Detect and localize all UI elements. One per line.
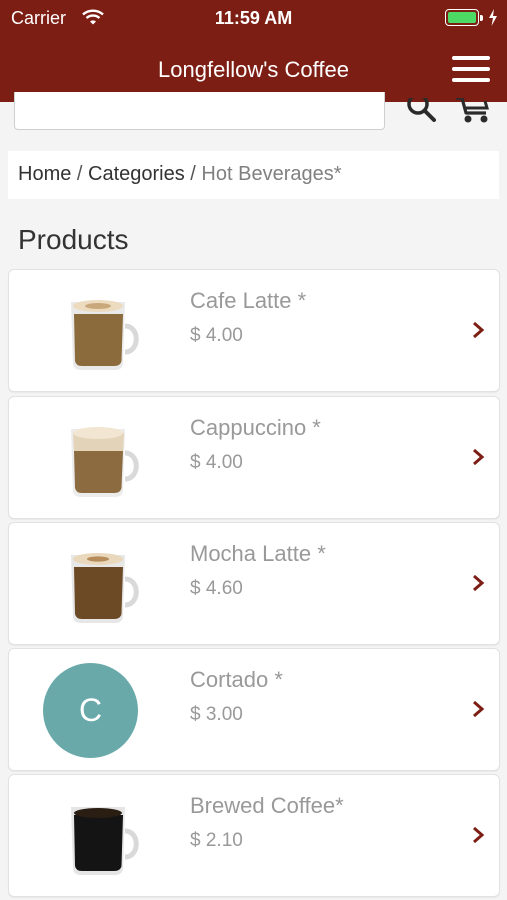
breadcrumb-home[interactable]: Home xyxy=(18,163,71,185)
breadcrumb-separator: / xyxy=(184,163,202,185)
product-name: Cappuccino * xyxy=(190,415,321,440)
product-price: $ 3.00 xyxy=(190,704,243,725)
section-title: Products xyxy=(18,224,129,255)
breadcrumb-categories[interactable]: Categories xyxy=(88,163,185,185)
product-card[interactable]: C Cortado * $ 3.00 xyxy=(8,648,500,771)
cart-icon[interactable] xyxy=(454,98,492,126)
app-title: Longfellow's Coffee xyxy=(158,57,349,82)
breadcrumb: Home / Categories / Hot Beverages* xyxy=(8,151,499,199)
product-card[interactable]: Brewed Coffee* $ 2.10 xyxy=(8,774,500,897)
product-price: $ 4.00 xyxy=(190,325,243,346)
cappuccino-mug-image xyxy=(71,427,139,497)
breadcrumb-separator: / xyxy=(71,163,89,185)
chevron-right-icon[interactable] xyxy=(471,573,485,593)
breadcrumb-current: Hot Beverages* xyxy=(201,163,342,185)
product-name: Mocha Latte * xyxy=(190,541,326,566)
search-input[interactable] xyxy=(14,92,385,130)
chevron-right-icon[interactable] xyxy=(471,699,485,719)
product-price: $ 4.60 xyxy=(190,578,243,599)
chevron-right-icon[interactable] xyxy=(471,825,485,845)
chevron-right-icon[interactable] xyxy=(471,447,485,467)
product-card[interactable]: Cappuccino * $ 4.00 xyxy=(8,396,500,519)
product-name: Brewed Coffee* xyxy=(190,793,344,818)
product-price: $ 2.10 xyxy=(190,830,243,851)
product-name: Cafe Latte * xyxy=(190,288,307,313)
product-card[interactable]: Cafe Latte * $ 4.00 xyxy=(8,269,500,392)
product-card[interactable]: Mocha Latte * $ 4.60 xyxy=(8,522,500,645)
hamburger-menu-icon[interactable] xyxy=(452,56,490,82)
latte-mug-image xyxy=(71,300,139,370)
status-time: 11:59 AM xyxy=(214,8,293,28)
black-coffee-mug-image xyxy=(71,807,139,875)
search-icon[interactable] xyxy=(402,98,438,126)
product-name: Cortado * xyxy=(190,667,283,692)
status-bar: Carrier 11:59 AM xyxy=(0,0,507,36)
battery-icon xyxy=(445,9,483,26)
chevron-right-icon[interactable] xyxy=(471,320,485,340)
product-avatar: C xyxy=(43,663,138,758)
product-price: $ 4.00 xyxy=(190,452,243,473)
mocha-mug-image xyxy=(71,553,139,623)
charging-icon xyxy=(489,9,497,26)
